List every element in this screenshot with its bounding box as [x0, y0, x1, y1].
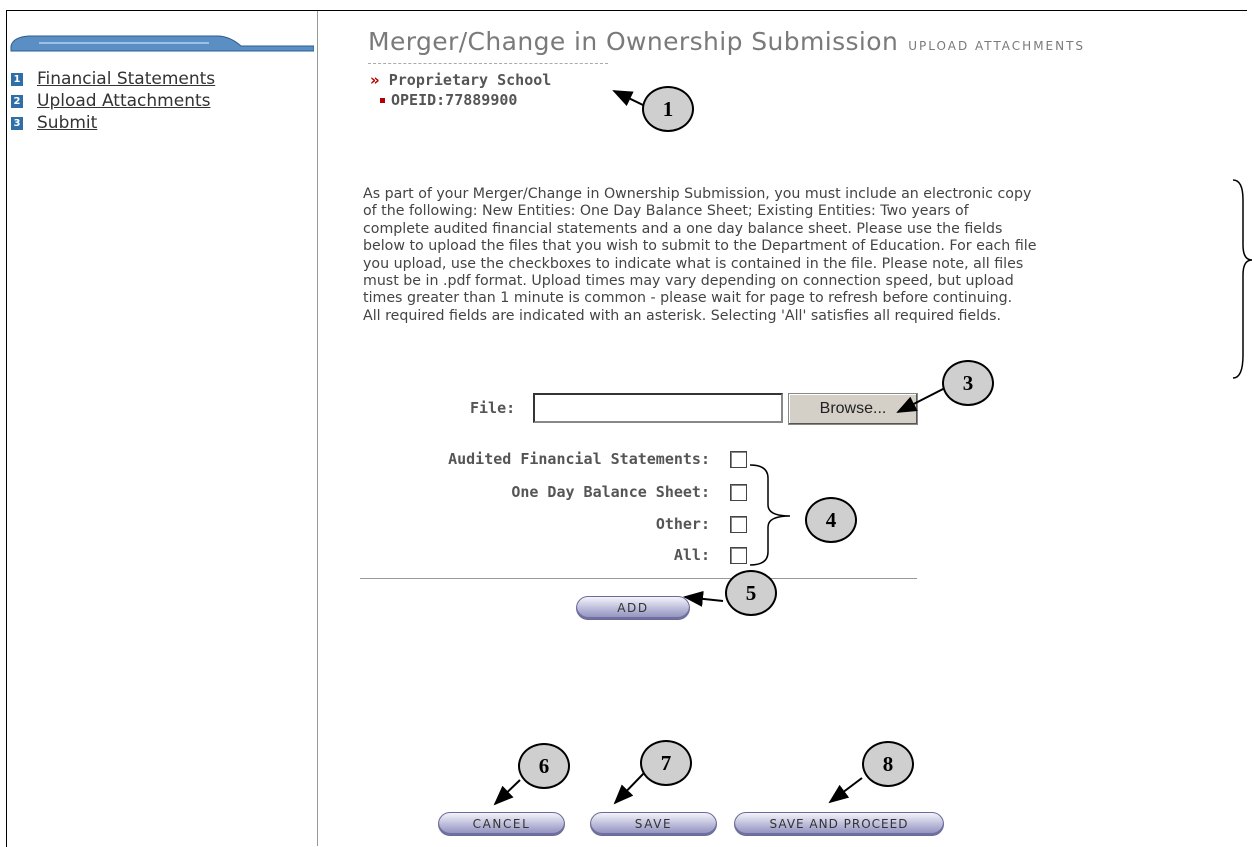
callout-3: 3: [942, 360, 994, 406]
callout-3-arrow: [896, 387, 946, 413]
callout-7: 7: [640, 740, 692, 786]
checkbox-group-brace: [749, 464, 791, 566]
callout-4: 4: [805, 497, 857, 543]
callout-8: 8: [862, 741, 914, 787]
callout-1-arrow: [612, 90, 646, 107]
callout-6: 6: [518, 743, 570, 789]
callout-1: 1: [642, 86, 694, 132]
callout-8-arrow: [828, 777, 863, 804]
callout-5: 5: [725, 570, 777, 616]
callout-7-arrow: [613, 771, 646, 805]
callout-6-arrow: [493, 779, 521, 806]
annotation-overlay: [493, 90, 1253, 806]
instructions-brace: [1232, 179, 1253, 379]
callout-5-arrow: [683, 590, 724, 607]
